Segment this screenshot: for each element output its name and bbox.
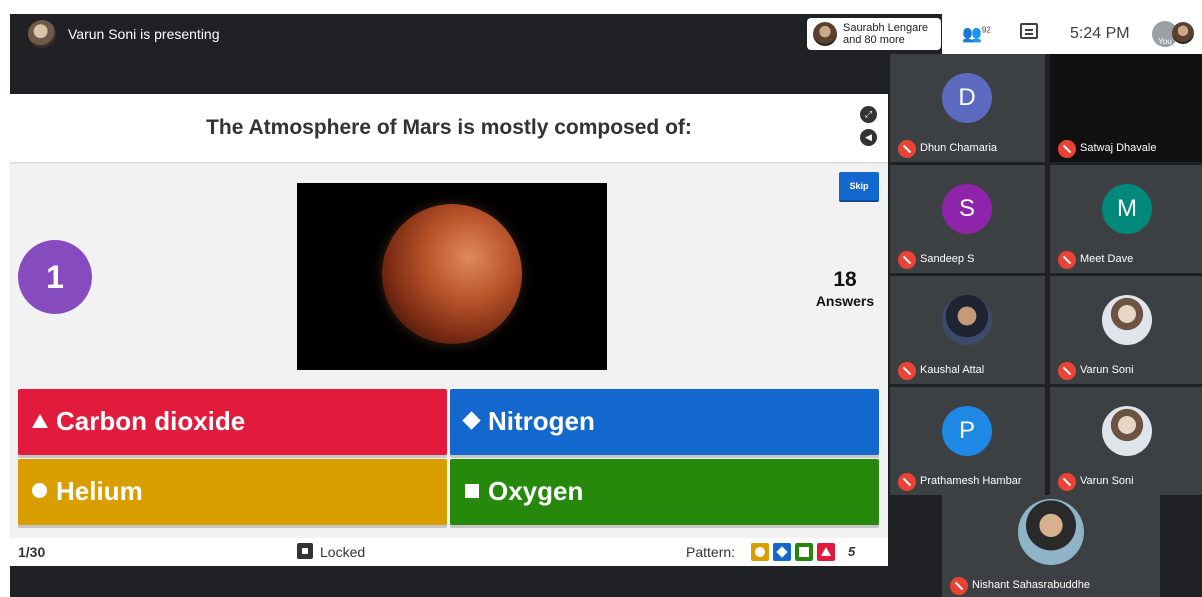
answer-label: Nitrogen bbox=[488, 406, 595, 436]
diamond-icon bbox=[462, 411, 482, 431]
pattern-circle-icon bbox=[751, 543, 769, 561]
meet-window: Varun Soni is presenting Saurabh Lengare… bbox=[10, 14, 1202, 597]
participant-tile[interactable]: Kaushal Attal bbox=[890, 276, 1045, 384]
mic-off-icon bbox=[1058, 251, 1076, 269]
mars-planet bbox=[382, 204, 522, 344]
avatar: P bbox=[942, 406, 992, 456]
mic-off-icon bbox=[950, 577, 968, 595]
answer-label: Oxygen bbox=[488, 476, 584, 506]
people-button[interactable]: 👥92 bbox=[962, 24, 991, 44]
participant-tile[interactable]: Nishant Sahasrabuddhe bbox=[942, 495, 1160, 597]
participant-name: Sandeep S bbox=[920, 253, 975, 265]
quiz-footer: 1/30 Locked Pattern: 5 bbox=[10, 538, 888, 566]
avatar bbox=[813, 22, 837, 46]
answer-option-carbon-dioxide[interactable]: Carbon dioxide bbox=[18, 389, 447, 455]
question-progress: 1/30 bbox=[18, 544, 46, 560]
avatar bbox=[942, 295, 992, 345]
answer-option-oxygen[interactable]: Oxygen bbox=[450, 459, 879, 525]
locked-label: Locked bbox=[320, 544, 366, 560]
participant-name: Prathamesh Hambar bbox=[920, 475, 1022, 487]
pattern-label: Pattern: bbox=[686, 544, 736, 560]
lock-icon bbox=[297, 543, 313, 559]
participant-chip-name: Saurabh Lengare bbox=[843, 22, 929, 34]
people-count: 92 bbox=[981, 25, 991, 35]
presenter-status: Varun Soni is presenting bbox=[68, 26, 220, 42]
top-bar: Varun Soni is presenting Saurabh Lengare… bbox=[10, 14, 1202, 54]
mic-off-icon bbox=[1058, 473, 1076, 491]
mic-off-icon bbox=[1058, 140, 1076, 158]
question-number-badge: 1 bbox=[18, 240, 92, 314]
participant-name: Meet Dave bbox=[1080, 253, 1134, 265]
mars-image bbox=[297, 183, 607, 370]
people-icon: 👥 bbox=[962, 26, 982, 43]
triangle-icon bbox=[30, 411, 50, 431]
mic-off-icon bbox=[1058, 362, 1076, 380]
answers-label: Answers bbox=[815, 293, 875, 309]
avatar: S bbox=[942, 184, 992, 234]
participant-tile[interactable]: Varun Soni bbox=[1050, 276, 1202, 384]
sound-icon[interactable]: ◀ bbox=[860, 129, 877, 146]
presenter-avatar bbox=[28, 20, 56, 48]
answer-option-nitrogen[interactable]: Nitrogen bbox=[450, 389, 879, 455]
pattern-count: 5 bbox=[848, 544, 856, 559]
participant-tile[interactable]: Satwaj Dhavale bbox=[1050, 54, 1202, 162]
participant-name: Nishant Sahasrabuddhe bbox=[972, 579, 1091, 591]
participant-tile[interactable]: D Dhun Chamaria bbox=[890, 54, 1045, 162]
participant-tile[interactable]: Varun Soni bbox=[1050, 387, 1202, 495]
mic-off-icon bbox=[898, 251, 916, 269]
participant-tile[interactable]: M Meet Dave bbox=[1050, 165, 1202, 273]
skip-button[interactable]: Skip bbox=[839, 172, 879, 200]
mic-off-icon bbox=[898, 362, 916, 380]
mic-off-icon bbox=[898, 473, 916, 491]
avatar bbox=[1102, 406, 1152, 456]
avatar bbox=[1018, 499, 1084, 565]
avatar bbox=[1172, 22, 1194, 44]
mic-off-icon bbox=[898, 140, 916, 158]
square-icon bbox=[462, 481, 482, 501]
presentation-slide: The Atmosphere of Mars is mostly compose… bbox=[10, 94, 888, 566]
meeting-toolbar: 👥92 5:24 PM You bbox=[942, 14, 1202, 54]
participant-name: Satwaj Dhavale bbox=[1080, 142, 1157, 154]
participant-tile[interactable]: S Sandeep S bbox=[890, 165, 1045, 273]
participant-chip-more: and 80 more bbox=[843, 34, 905, 46]
answers-counter: 18 Answers bbox=[810, 268, 880, 309]
answer-label: Helium bbox=[56, 476, 143, 506]
pattern-diamond-icon bbox=[773, 543, 791, 561]
answer-option-helium[interactable]: Helium bbox=[18, 459, 447, 525]
participants-chip[interactable]: Saurabh Lengare and 80 more bbox=[807, 18, 941, 50]
participant-name: Varun Soni bbox=[1080, 475, 1134, 487]
avatar: M bbox=[1102, 184, 1152, 234]
self-view-label: You bbox=[1158, 37, 1172, 46]
chat-icon[interactable] bbox=[1020, 23, 1038, 39]
circle-icon bbox=[30, 481, 50, 501]
participant-name: Dhun Chamaria bbox=[920, 142, 998, 154]
question-header: The Atmosphere of Mars is mostly compose… bbox=[10, 94, 888, 162]
pattern-triangle-icon bbox=[817, 543, 835, 561]
participant-tile[interactable]: P Prathamesh Hambar bbox=[890, 387, 1045, 495]
participant-name: Varun Soni bbox=[1080, 364, 1134, 376]
avatar: D bbox=[942, 73, 992, 123]
fullscreen-icon[interactable]: ⤢ bbox=[860, 106, 877, 123]
meeting-time: 5:24 PM bbox=[1070, 25, 1130, 42]
avatar bbox=[1102, 295, 1152, 345]
answers-count: 18 bbox=[833, 268, 857, 291]
participant-name: Kaushal Attal bbox=[920, 364, 985, 376]
answer-label: Carbon dioxide bbox=[56, 406, 246, 436]
pattern-square-icon bbox=[795, 543, 813, 561]
question-text: The Atmosphere of Mars is mostly compose… bbox=[206, 116, 692, 139]
